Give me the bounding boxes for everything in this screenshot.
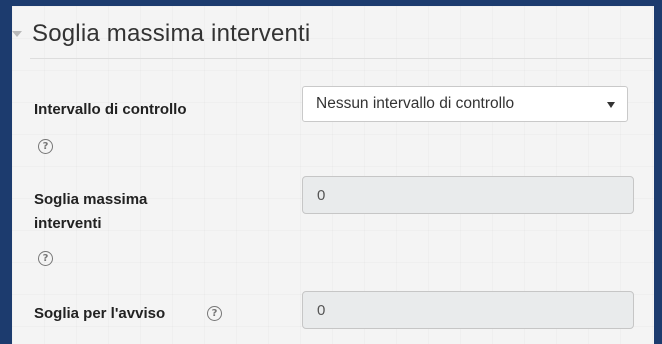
collapse-triangle-icon[interactable] [12,31,22,37]
max-threshold-label-line1: Soglia massima [34,191,148,208]
max-threshold-value: 0 [317,187,326,204]
chevron-down-icon [607,102,615,108]
section-title: Soglia massima interventi [32,20,311,47]
warning-threshold-input[interactable]: 0 [302,291,634,329]
interval-label: Intervallo di controllo [34,101,187,118]
max-threshold-input[interactable]: 0 [302,176,634,214]
max-threshold-label-line2: interventi [34,215,102,232]
interval-select[interactable]: Nessun intervallo di controllo [302,86,628,122]
form-panel: Soglia massima interventi Intervallo di … [12,6,654,344]
help-icon[interactable]: ? [207,306,222,321]
interval-select-value: Nessun intervallo di controllo [316,95,515,112]
help-icon[interactable]: ? [38,251,53,266]
help-icon[interactable]: ? [38,139,53,154]
warning-threshold-label: Soglia per l'avviso [34,305,166,322]
section-divider [30,58,652,59]
warning-threshold-value: 0 [317,302,326,319]
section-header[interactable]: Soglia massima interventi [12,14,654,54]
